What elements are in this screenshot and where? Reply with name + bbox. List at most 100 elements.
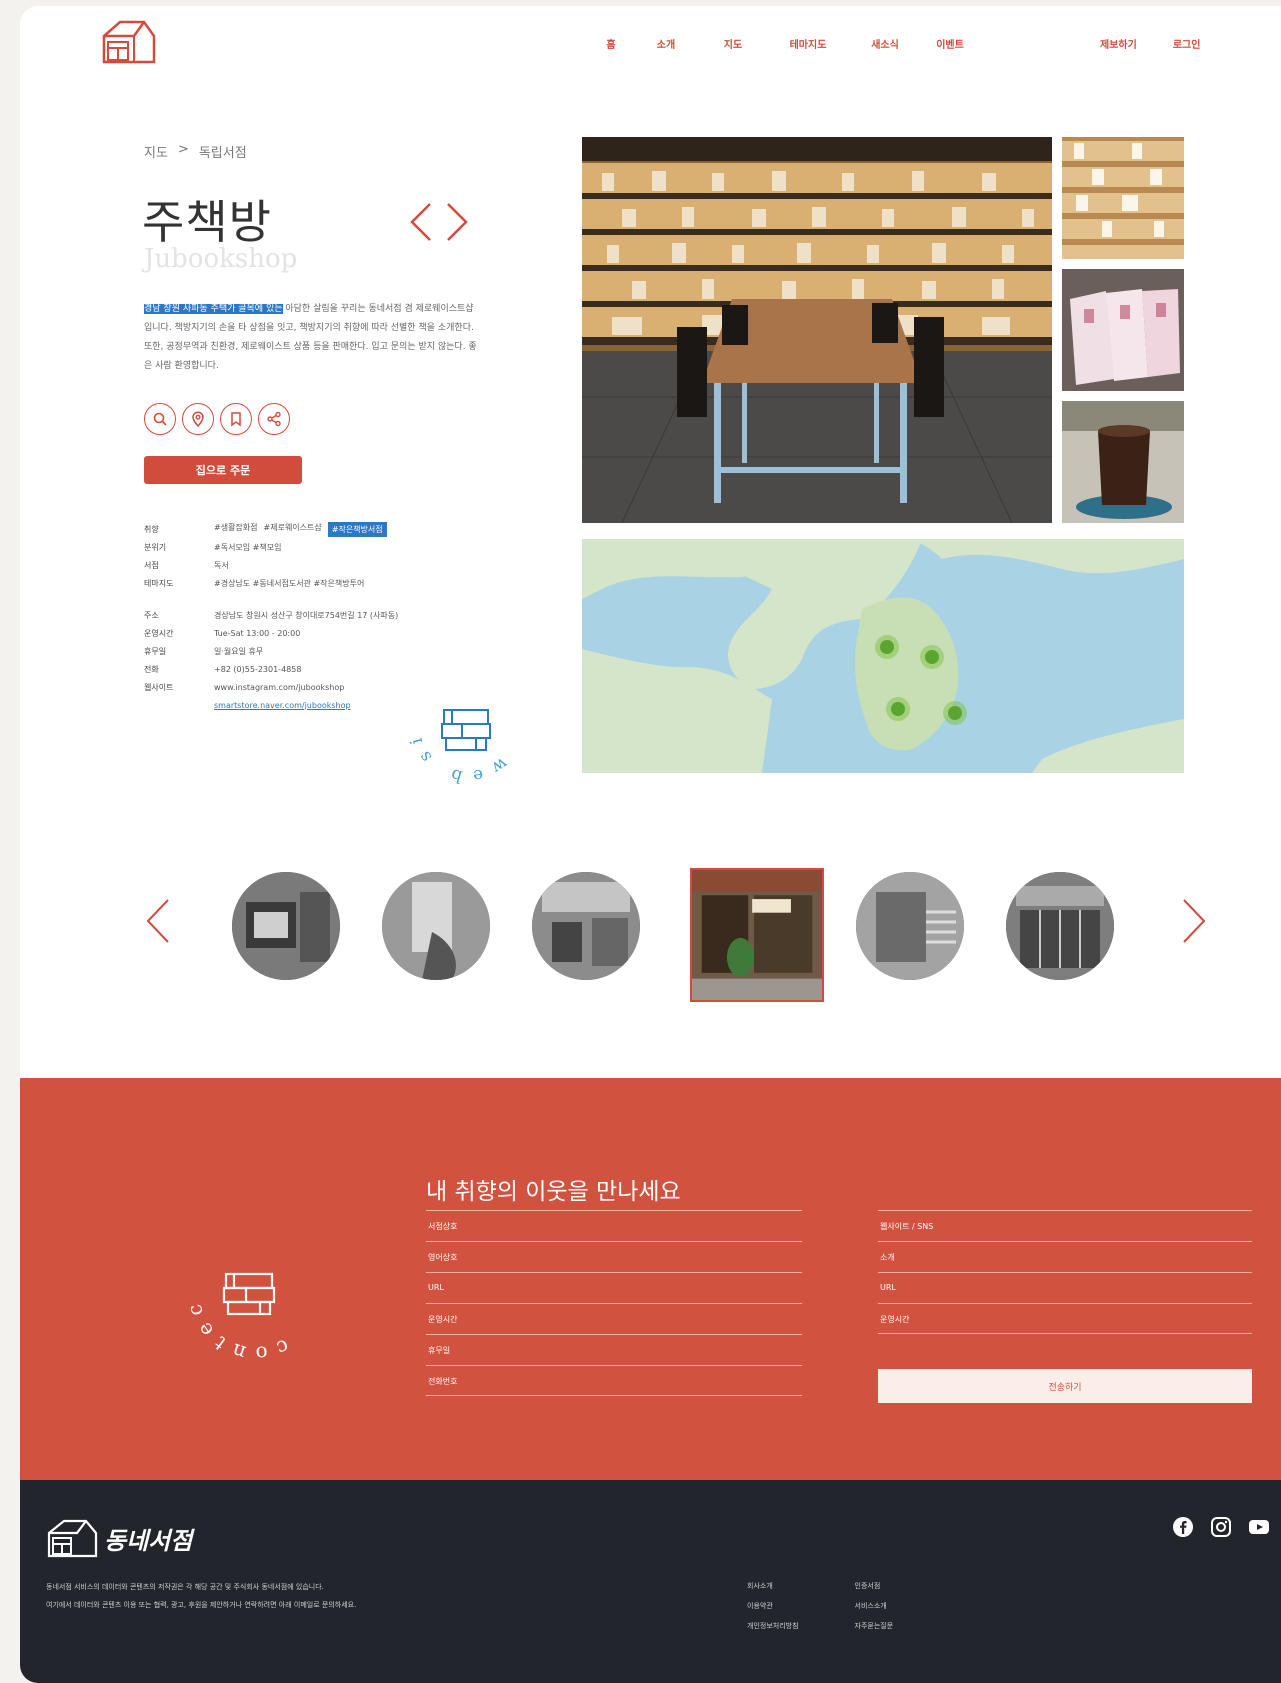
description-text: 아담한 살림을 꾸리는 동네서점 겸 제로웨이스트샵입니다. 책방지기의 손을 …: [144, 304, 477, 371]
login-link[interactable]: 로그인: [1173, 36, 1201, 51]
shop-nav-arrows: [408, 200, 470, 244]
carousel-item[interactable]: [382, 872, 490, 980]
thumbnail-bookshelf[interactable]: [1062, 137, 1184, 259]
social-links: [1172, 1516, 1270, 1538]
info-row-website: 웹사이트 www.instagram.com/jubookshop: [144, 678, 398, 696]
info-row-theme: 테마지도 #경상남도 #동네서점도서관 #작은책방투어: [144, 574, 398, 592]
thumbnail-books[interactable]: [1062, 269, 1184, 391]
info-value: #경상남도 #동네서점도서관 #작은책방투어: [214, 578, 365, 588]
contact-heading: 내 취향의 이웃을 만나세요: [426, 1179, 681, 1205]
tag[interactable]: #생활잡화점: [214, 522, 258, 537]
main-nav: 홈 소개 지도 테마지도 새소식 이벤트: [590, 36, 980, 54]
nav-home[interactable]: 홈: [590, 36, 632, 54]
report-link[interactable]: 제보하기: [1100, 36, 1137, 51]
website-go-badge[interactable]: web site go: [392, 648, 542, 798]
map-marker-icon[interactable]: [943, 701, 967, 725]
footer-description: 동네서점 서비스의 데이터와 콘텐츠의 저작권은 각 해당 공간 및 주식회사 …: [46, 1578, 356, 1614]
map-marker-icon[interactable]: [886, 697, 910, 721]
footer-link-faq[interactable]: 자주묻는질문: [855, 1616, 894, 1636]
shop-name: 주책방: [142, 195, 272, 249]
order-home-button[interactable]: 집으로 주문: [144, 456, 302, 484]
carousel-prev-icon[interactable]: [144, 896, 172, 946]
thumbnail-list: [1062, 137, 1184, 523]
location-map[interactable]: [582, 539, 1184, 773]
info-key: 전화: [144, 664, 159, 674]
contact-form-right: 웹사이트 / SNS 소개 URL 운영시간: [878, 1210, 1252, 1334]
carousel-item[interactable]: [856, 872, 964, 980]
breadcrumb-indie-store[interactable]: 독립서점: [199, 142, 247, 161]
search-button[interactable]: [144, 403, 176, 435]
footer-link-privacy[interactable]: 개인정보처리방침: [747, 1616, 799, 1636]
hours-field-2[interactable]: 운영시간: [878, 1303, 1252, 1334]
info-row-phone: 전화 +82 (0)55-2301-4858: [144, 660, 398, 678]
website-link-instagram[interactable]: www.instagram.com/jubookshop: [214, 683, 344, 692]
map-marker-icon[interactable]: [875, 635, 899, 659]
youtube-icon[interactable]: [1248, 1516, 1270, 1538]
share-button[interactable]: [258, 403, 290, 435]
description-highlight: 경남 창원 사파동 주택가 골목에 있는: [144, 304, 283, 314]
url-field[interactable]: URL: [426, 1272, 802, 1303]
store-name-field[interactable]: 서점상호: [426, 1210, 802, 1241]
phone-field[interactable]: 전화번호: [426, 1365, 802, 1396]
shop-main-photo[interactable]: [582, 137, 1052, 523]
shop-description: 경남 창원 사파동 주택가 골목에 있는 아담한 살림을 꾸리는 동네서점 겸 …: [144, 300, 480, 376]
info-value: 경상남도 창원시 성산구 창이대로754번길 17 (사파동): [214, 610, 399, 620]
house-logo-icon[interactable]: [100, 18, 158, 64]
carousel-item[interactable]: [532, 872, 640, 980]
info-value: #독서모임 #책모임: [214, 542, 282, 552]
footer-logo[interactable]: 동네서점: [46, 1518, 192, 1558]
hours-field[interactable]: 운영시간: [426, 1303, 802, 1334]
nav-news[interactable]: 새소식: [850, 36, 920, 54]
info-value: 독서: [214, 560, 229, 570]
footer-link-terms[interactable]: 이용약관: [747, 1596, 799, 1616]
carousel-item[interactable]: [232, 872, 340, 980]
website-sns-field[interactable]: 웹사이트 / SNS: [878, 1210, 1252, 1241]
footer-link-company[interactable]: 회사소개: [747, 1576, 799, 1596]
nav-event[interactable]: 이벤트: [920, 36, 980, 54]
intro-field[interactable]: 소개: [878, 1241, 1252, 1272]
nav-about[interactable]: 소개: [632, 36, 700, 54]
facebook-icon[interactable]: [1172, 1516, 1194, 1538]
info-key: 테마지도: [144, 578, 174, 588]
breadcrumb: 지도 > 독립서점: [144, 142, 247, 161]
thumbnail-iced-coffee[interactable]: [1062, 401, 1184, 523]
carousel-item-selected[interactable]: [690, 868, 824, 1002]
info-key: 휴무일: [144, 646, 167, 656]
closed-day-field[interactable]: 휴무일: [426, 1334, 802, 1365]
footer-link-service[interactable]: 서비스소개: [855, 1596, 894, 1616]
tag-highlighted[interactable]: #작은책방서점: [327, 521, 387, 537]
carousel-next-icon[interactable]: [1180, 896, 1208, 946]
website-link-smartstore[interactable]: smartstore.naver.com/jubookshop: [214, 701, 351, 710]
location-button[interactable]: [182, 403, 214, 435]
page: 홈 소개 지도 테마지도 새소식 이벤트 제보하기 로그인 지도 > 독립서점 …: [20, 6, 1281, 1683]
tag[interactable]: #제로웨이스트샵: [264, 522, 322, 537]
map-pin-icon: [192, 411, 204, 427]
house-logo-icon: [47, 1519, 98, 1558]
book-stack-icon: [222, 1272, 276, 1316]
chevron-right-icon[interactable]: [444, 200, 470, 244]
bookmark-icon: [231, 412, 241, 427]
english-name-field[interactable]: 영어상호: [426, 1241, 802, 1272]
chevron-left-icon[interactable]: [408, 200, 434, 244]
contact-us-badge: contect-us: [170, 1206, 285, 1366]
info-key: 운영시간: [144, 628, 174, 638]
instagram-icon[interactable]: [1210, 1516, 1232, 1538]
carousel-item[interactable]: [1006, 872, 1114, 980]
contact-badge-text: contect-us: [170, 1206, 285, 1366]
share-icon: [267, 411, 281, 427]
footer-links-col-1: 회사소개 이용약관 개인정보처리방침: [747, 1576, 799, 1636]
shop-info-table: 취향 #생활잡화점 #제로웨이스트샵 #작은책방서점 분위기 #독서모임 #책모임 서점…: [144, 520, 398, 714]
shop-name-en: Jubookshop: [144, 244, 298, 274]
nav-map[interactable]: 지도: [700, 36, 766, 54]
map-marker-icon[interactable]: [920, 645, 944, 669]
contact-form-left: 서점상호 영어상호 URL 운영시간 휴무일 전화번호: [426, 1210, 802, 1396]
info-key: 분위기: [144, 542, 167, 552]
nav-theme-map[interactable]: 테마지도: [766, 36, 850, 54]
submit-button[interactable]: 전송하기: [878, 1369, 1252, 1403]
info-row-address: 주소 경상남도 창원시 성산구 창이대로754번길 17 (사파동): [144, 606, 398, 624]
auth-links: 제보하기 로그인: [1100, 36, 1200, 51]
url-field-2[interactable]: URL: [878, 1272, 1252, 1303]
breadcrumb-map[interactable]: 지도: [144, 142, 168, 161]
footer-link-certified[interactable]: 인증서점: [855, 1576, 894, 1596]
bookmark-button[interactable]: [220, 403, 252, 435]
